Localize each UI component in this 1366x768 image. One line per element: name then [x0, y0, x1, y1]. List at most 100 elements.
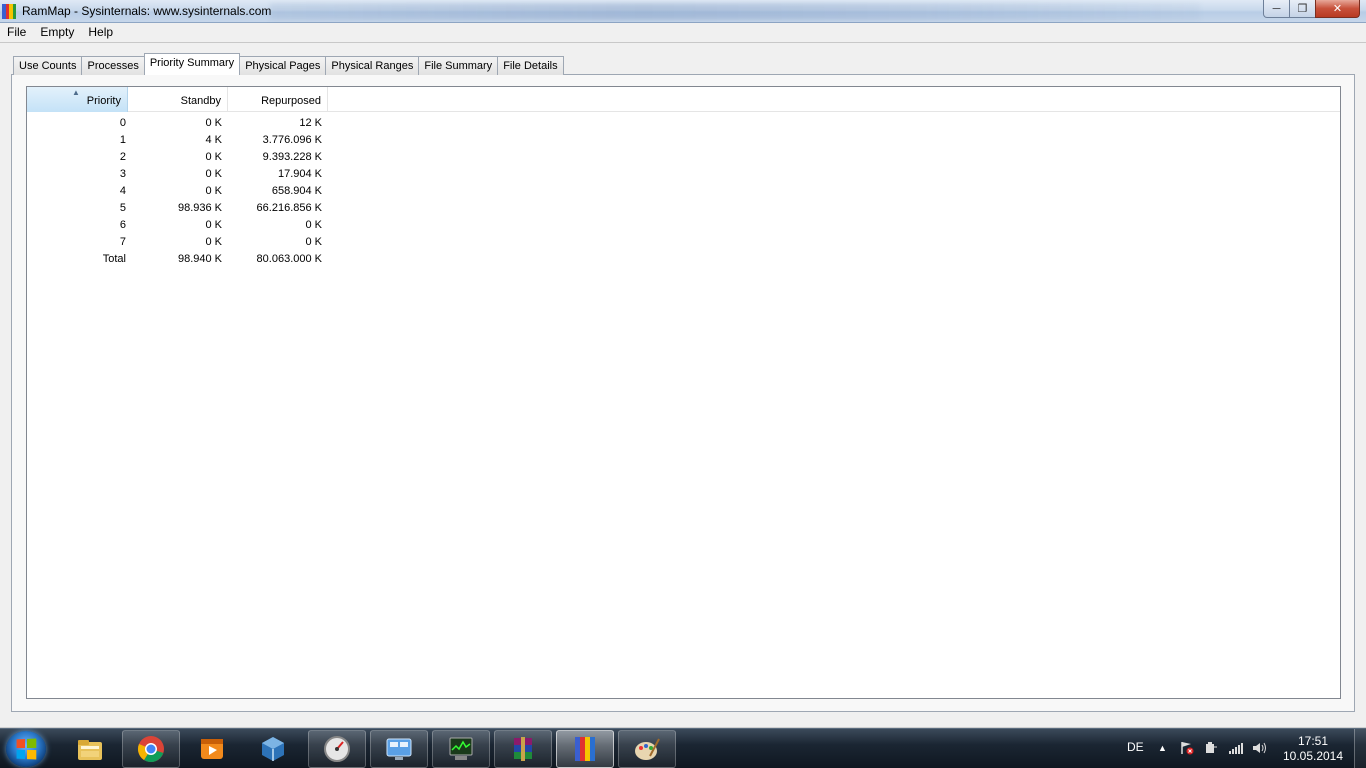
- taskbar-media-player[interactable]: [183, 730, 241, 768]
- tab-use-counts[interactable]: Use Counts: [13, 56, 83, 75]
- cell-standby: 0 K: [205, 236, 222, 248]
- table-row[interactable]: 0 0 K 12 K: [27, 115, 327, 132]
- cell-priority: 2: [119, 151, 126, 163]
- taskbar-chrome[interactable]: [122, 730, 180, 768]
- taskbar-paint[interactable]: [618, 730, 676, 768]
- cell-repurposed: 658.904 K: [271, 185, 322, 197]
- table-header: ▲ Priority Standby Repurposed: [27, 87, 1340, 112]
- cell-priority: 6: [119, 219, 126, 231]
- tab-file-details[interactable]: File Details: [497, 56, 564, 75]
- taskbar-virtualbox[interactable]: [244, 730, 302, 768]
- cell-standby: 0 K: [205, 117, 222, 129]
- taskbar-rammap[interactable]: [556, 730, 614, 768]
- cell-standby: 98.940 K: [177, 253, 222, 265]
- task-manager-icon: [449, 737, 473, 760]
- tab-file-summary[interactable]: File Summary: [418, 56, 499, 75]
- virtualbox-icon: [262, 737, 284, 761]
- column-header-repurposed[interactable]: Repurposed: [228, 87, 328, 112]
- show-desktop-button[interactable]: [1354, 729, 1366, 768]
- cell-repurposed: 17.904 K: [277, 168, 322, 180]
- cell-repurposed: 66.216.856 K: [256, 202, 322, 214]
- column-header-label: Standby: [180, 95, 221, 107]
- cell-standby: 0 K: [205, 219, 222, 231]
- table-row[interactable]: 4 0 K 658.904 K: [27, 183, 327, 200]
- cell-repurposed: 3.776.096 K: [262, 134, 322, 146]
- menu-bar: File Empty Help: [0, 23, 1366, 43]
- restore-icon: ❐: [1297, 3, 1308, 15]
- cell-repurposed: 9.393.228 K: [262, 151, 322, 163]
- minimize-icon: ─: [1272, 2, 1281, 15]
- cell-standby: 4 K: [205, 134, 222, 146]
- power-icon[interactable]: [1204, 741, 1218, 758]
- cell-priority: 1: [119, 134, 126, 146]
- table-row[interactable]: 7 0 K 0 K: [27, 234, 327, 251]
- taskbar-winrar[interactable]: [494, 730, 552, 768]
- cell-priority: 7: [119, 236, 126, 248]
- cell-repurposed: 0 K: [305, 219, 322, 231]
- cell-priority: 4: [119, 185, 126, 197]
- tab-strip: Use Counts Processes Priority Summary Ph…: [13, 53, 564, 75]
- title-bar: RamMap - Sysinternals: www.sysinternals.…: [0, 0, 1366, 23]
- table-row[interactable]: 2 0 K 9.393.228 K: [27, 149, 327, 166]
- system-clock[interactable]: 17:51 10.05.2014: [1280, 734, 1346, 764]
- taskbar-task-manager[interactable]: [432, 730, 490, 768]
- cell-standby: 0 K: [205, 185, 222, 197]
- column-header-standby[interactable]: Standby: [128, 87, 228, 112]
- table-row[interactable]: 1 4 K 3.776.096 K: [27, 132, 327, 149]
- menu-empty[interactable]: Empty: [33, 23, 81, 43]
- cell-priority: Total: [102, 253, 126, 265]
- priority-summary-table[interactable]: ▲ Priority Standby Repurposed 0 0 K 12 K…: [26, 86, 1341, 699]
- cell-priority: 3: [119, 168, 126, 180]
- show-hidden-icons-button[interactable]: ▲: [1158, 743, 1167, 753]
- column-header-label: Priority: [86, 95, 121, 107]
- table-row[interactable]: 3 0 K 17.904 K: [27, 166, 327, 183]
- tab-processes[interactable]: Processes: [81, 56, 145, 75]
- minimize-button[interactable]: ─: [1263, 0, 1290, 18]
- cell-standby: 98.936 K: [177, 202, 222, 214]
- taskbar-speedometer[interactable]: [308, 730, 366, 768]
- tab-physical-ranges[interactable]: Physical Ranges: [325, 56, 420, 75]
- cell-priority: 5: [119, 202, 126, 214]
- control-panel-icon: [386, 738, 412, 760]
- menu-file[interactable]: File: [0, 23, 33, 43]
- clock-date: 10.05.2014: [1282, 749, 1344, 763]
- tab-priority-summary[interactable]: Priority Summary: [143, 53, 241, 75]
- menu-help[interactable]: Help: [81, 23, 120, 43]
- restore-button[interactable]: ❐: [1289, 0, 1316, 18]
- table-row-total[interactable]: Total 98.940 K 80.063.000 K: [27, 251, 327, 268]
- cell-standby: 0 K: [205, 168, 222, 180]
- winrar-icon: [514, 737, 532, 761]
- chrome-icon: [137, 736, 164, 763]
- cell-priority: 0: [119, 117, 126, 129]
- windows-logo-icon: [16, 738, 37, 760]
- tab-physical-pages[interactable]: Physical Pages: [239, 56, 327, 75]
- column-header-priority[interactable]: ▲ Priority: [27, 87, 128, 112]
- clock-time: 17:51: [1297, 734, 1329, 748]
- volume-icon[interactable]: [1252, 741, 1268, 758]
- language-indicator[interactable]: DE: [1127, 740, 1144, 754]
- action-center-icon[interactable]: [1180, 741, 1194, 758]
- cell-repurposed: 80.063.000 K: [256, 253, 322, 265]
- media-player-icon: [201, 739, 223, 759]
- explorer-icon: [78, 740, 102, 760]
- start-button[interactable]: [6, 731, 46, 767]
- taskbar-explorer[interactable]: [61, 730, 119, 768]
- cell-repurposed: 12 K: [299, 117, 322, 129]
- close-button[interactable]: ✕: [1315, 0, 1360, 18]
- taskbar-control-panel[interactable]: [370, 730, 428, 768]
- rammap-icon: [575, 737, 595, 761]
- paint-icon: [635, 738, 660, 760]
- rammap-app-icon[interactable]: [2, 4, 16, 19]
- table-row[interactable]: 5 98.936 K 66.216.856 K: [27, 200, 327, 217]
- cell-repurposed: 0 K: [305, 236, 322, 248]
- cell-standby: 0 K: [205, 151, 222, 163]
- title-bar-glass: [270, 3, 1200, 20]
- window-title: RamMap - Sysinternals: www.sysinternals.…: [22, 4, 272, 18]
- close-icon: ✕: [1332, 3, 1343, 15]
- network-icon[interactable]: [1228, 741, 1244, 758]
- taskbar: DE ▲ 17:51 10.05.2014: [0, 728, 1366, 768]
- table-row[interactable]: 6 0 K 0 K: [27, 217, 327, 234]
- sort-ascending-icon: ▲: [72, 88, 80, 97]
- column-header-label: Repurposed: [261, 95, 321, 107]
- speedometer-icon: [324, 736, 350, 762]
